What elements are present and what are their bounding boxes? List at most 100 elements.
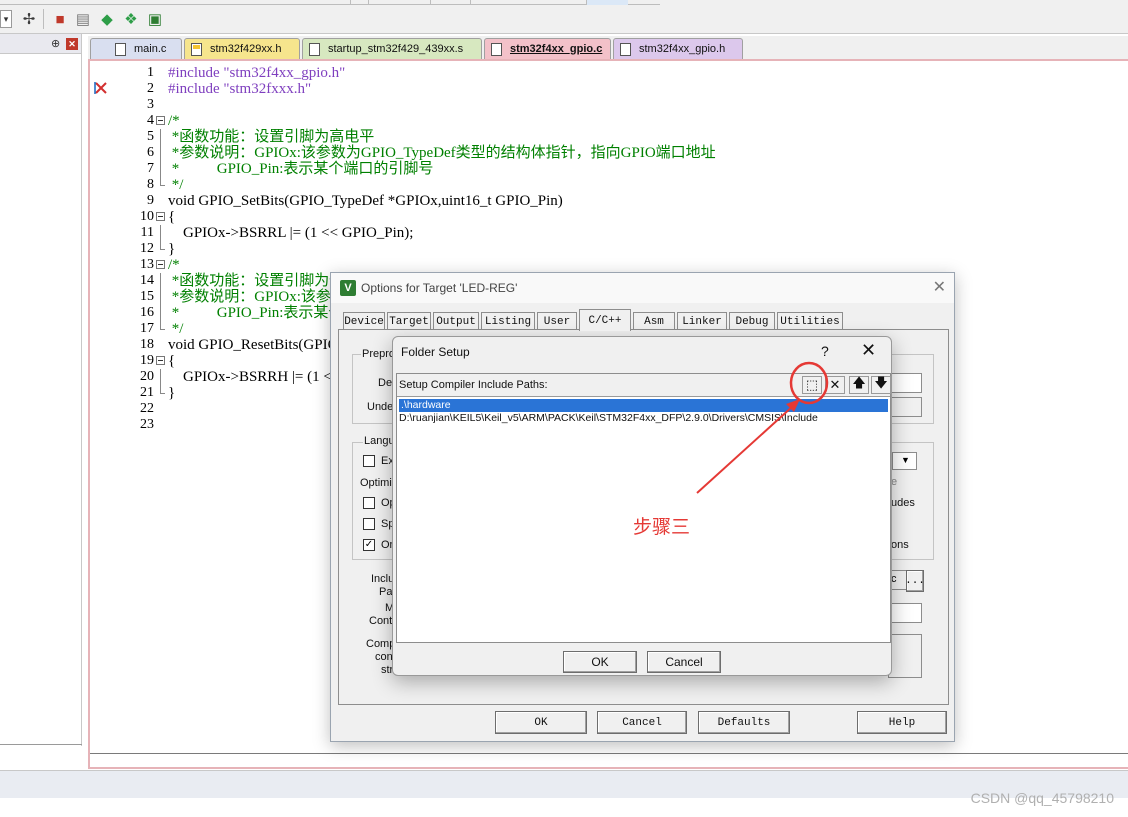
fold-line	[160, 385, 165, 394]
file-extensions-icon[interactable]: ▤	[73, 9, 93, 29]
toolbar-top-strip	[0, 0, 660, 5]
list-item[interactable]: .\hardware	[399, 399, 888, 412]
tab-target[interactable]: Target	[387, 312, 431, 330]
tab-c-cpp[interactable]: C/C++	[579, 309, 631, 331]
code-line: /*	[168, 257, 180, 273]
options-titlebar: V Options for Target 'LED-REG' ✕	[331, 273, 954, 303]
list-item[interactable]: D:\ruanjian\KEIL5\Keil_v5\ARM\PACK\Keil\…	[397, 412, 890, 425]
preprocessor-label: Prepro	[361, 348, 397, 360]
fold-line	[160, 305, 161, 321]
folder-cancel-button[interactable]: Cancel	[647, 651, 721, 673]
close-icon[interactable]: ✕	[861, 340, 876, 361]
code-line: {	[168, 209, 176, 225]
line-number: 1	[147, 65, 154, 80]
manage-components-icon[interactable]: ■	[50, 9, 70, 29]
move-down-icon[interactable]: 🡇	[871, 375, 891, 394]
fold-line	[160, 289, 161, 305]
defaults-button[interactable]: Defaults	[698, 711, 790, 734]
execute-only-checkbox[interactable]	[363, 455, 375, 467]
header-file-icon	[620, 42, 631, 56]
fold-line	[160, 273, 161, 289]
code-line: GPIOx->BSRRL |= (1 << GPIO_Pin);	[168, 225, 414, 241]
tab-debug[interactable]: Debug	[729, 312, 775, 330]
keil-ide-window: ▾ ✢ ■ ▤ ◆ ❖ ▣ ⊕ ✕ main.c stm32f429xx.h s…	[0, 0, 1128, 817]
code-line: void GPIO_SetBits(GPIO_TypeDef *GPIOx,ui…	[168, 193, 563, 209]
fold-line	[160, 161, 161, 177]
code-line: }	[168, 241, 176, 257]
help-button[interactable]: Help	[857, 711, 947, 734]
ok-button[interactable]: OK	[495, 711, 587, 734]
split-sections-checkbox[interactable]	[363, 518, 375, 530]
language-label: Langu	[363, 435, 396, 447]
options-close-icon[interactable]: ✕	[933, 277, 946, 297]
include-paths-browse-button[interactable]: ...	[905, 570, 925, 592]
toolbar: ▾ ✢ ■ ▤ ◆ ❖ ▣	[0, 0, 1128, 34]
tab-user[interactable]: User	[537, 312, 577, 330]
options-title: Options for Target 'LED-REG'	[361, 281, 518, 295]
options-suffix-label: ons	[891, 539, 909, 551]
folder-ok-button[interactable]: OK	[563, 651, 637, 673]
c-file-icon	[491, 42, 502, 56]
line-number: 5	[147, 129, 154, 144]
fold-toggle-icon[interactable]	[156, 356, 165, 365]
tab-utilities[interactable]: Utilities	[777, 312, 843, 330]
line-number: 12	[140, 241, 154, 256]
undefine-input-tail[interactable]	[888, 397, 922, 417]
tab-stm32f4xx-gpio-h[interactable]: stm32f4xx_gpio.h	[613, 38, 743, 59]
step-three-annotation: 步骤三	[633, 517, 691, 538]
code-line: /*	[168, 113, 180, 129]
tab-main-c[interactable]: main.c	[90, 38, 182, 59]
pin-icon[interactable]: ⊕	[51, 37, 60, 50]
file-tabs: main.c stm32f429xx.h startup_stm32f429_4…	[88, 36, 1128, 59]
tab-listing[interactable]: Listing	[481, 312, 535, 330]
line-number: 15	[140, 289, 154, 304]
move-up-icon[interactable]: 🡅	[849, 375, 869, 394]
panel-close-icon[interactable]: ✕	[66, 38, 78, 50]
fold-toggle-icon[interactable]	[156, 212, 165, 221]
line-number: 18	[140, 337, 154, 352]
misc-controls-input-tail[interactable]	[888, 603, 922, 623]
cancel-button[interactable]: Cancel	[597, 711, 687, 734]
tab-asm[interactable]: Asm	[633, 312, 675, 330]
include-paths-header: Setup Compiler Include Paths: ⬚ ✕ 🡅 🡇	[397, 374, 891, 397]
keil-logo-icon: V	[340, 280, 356, 296]
green-diamond-icon[interactable]: ◆	[97, 9, 117, 29]
optimize-checkbox[interactable]	[363, 497, 375, 509]
line-number: 6	[147, 145, 154, 160]
includes-suffix-label: udes	[891, 497, 915, 509]
tab-stm32f4xx-gpio-c[interactable]: stm32f4xx_gpio.c	[484, 38, 611, 59]
language-dropdown[interactable]: ▼	[892, 452, 917, 470]
fold-line	[160, 321, 165, 330]
define-input-tail[interactable]	[888, 373, 922, 393]
folder-setup-dialog: Folder Setup ? ✕ Setup Compiler Include …	[392, 336, 892, 676]
new-folder-icon[interactable]: ⬚	[802, 376, 822, 394]
pack-installer-icon[interactable]: ❖	[121, 9, 141, 29]
fold-toggle-icon[interactable]	[156, 260, 165, 269]
include-paths-list[interactable]: Setup Compiler Include Paths: ⬚ ✕ 🡅 🡇 .\…	[396, 373, 891, 643]
tab-device[interactable]: Device	[343, 312, 385, 330]
watermark: CSDN @qq_45798210	[970, 790, 1114, 806]
options-tabs: Device Target Output Listing User C/C++ …	[341, 309, 941, 331]
line-number: 23	[140, 417, 154, 432]
target-dropdown-arrow[interactable]: ▾	[0, 10, 12, 28]
fold-line	[160, 369, 161, 385]
tab-output[interactable]: Output	[433, 312, 479, 330]
fold-toggle-icon[interactable]	[156, 116, 165, 125]
magic-wand-icon[interactable]: ✢	[19, 9, 39, 29]
line-number: 22	[140, 401, 154, 416]
c-file-icon	[115, 42, 126, 56]
fold-line	[160, 129, 161, 145]
one-elf-checkbox[interactable]: ✓	[363, 539, 375, 551]
code-line: *函数功能：设置引脚为高电平	[168, 129, 375, 145]
project-panel: ⊕ ✕	[0, 34, 82, 746]
tab-startup-file[interactable]: startup_stm32f429_439xx.s	[302, 38, 482, 59]
tab-stm32f429xx-h[interactable]: stm32f429xx.h	[184, 38, 300, 59]
delete-icon[interactable]: ✕	[825, 376, 845, 394]
run-time-environment-icon[interactable]: ▣	[145, 9, 165, 29]
code-line: * GPIO_Pin:表示某个端口的引脚号	[168, 161, 434, 177]
error-marker-icon	[94, 82, 107, 94]
help-icon[interactable]: ?	[821, 343, 829, 359]
tab-linker[interactable]: Linker	[677, 312, 727, 330]
line-number: 16	[140, 305, 154, 320]
compiler-label: Comp	[366, 638, 396, 650]
